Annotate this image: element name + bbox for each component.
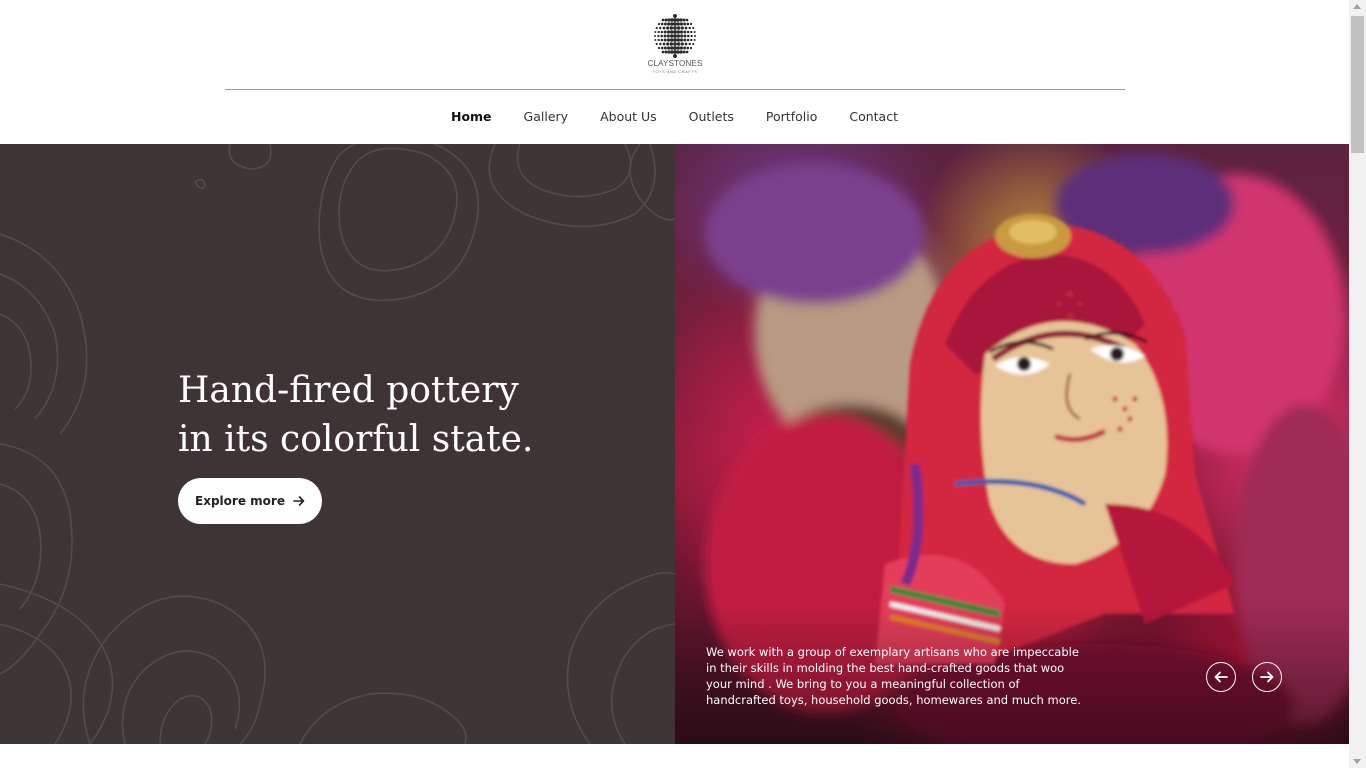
nav-gallery[interactable]: Gallery — [508, 107, 585, 129]
hero-caption-line: handcrafted toys, household goods, homew… — [706, 693, 1081, 707]
arrow-right-icon — [1260, 671, 1274, 683]
main-nav: Home Gallery About Us Outlets Portfolio … — [0, 107, 1349, 129]
header-divider — [225, 89, 1125, 90]
hero-caption-line: in their skills in molding the best hand… — [706, 661, 1065, 675]
brand-tagline: TOYS AND CRAFTS — [652, 69, 698, 74]
slider-next-button[interactable] — [1252, 662, 1282, 692]
hero-caption-line: your mind . We bring to you a meaningful… — [706, 677, 1020, 691]
hero-headline-line-2: in its colorful state. — [178, 419, 534, 460]
scroll-up-arrow-icon[interactable] — [1353, 4, 1361, 9]
hero-text-panel: Hand-fired pottery in its colorful state… — [0, 144, 675, 744]
site-header: CLAYSTONES TOYS AND CRAFTS Home Gallery … — [0, 0, 1349, 144]
nav-portfolio[interactable]: Portfolio — [750, 107, 833, 129]
nav-outlets[interactable]: Outlets — [673, 107, 750, 129]
explore-more-label: Explore more — [195, 494, 285, 508]
arrow-right-icon — [293, 496, 305, 506]
hero-headline-line-1: Hand-fired pottery — [178, 370, 519, 411]
explore-more-button[interactable]: Explore more — [178, 478, 322, 524]
page: CLAYSTONES TOYS AND CRAFTS Home Gallery … — [0, 0, 1349, 768]
hero-caption: We work with a group of exemplary artisa… — [706, 644, 1081, 708]
hero-image-slide: We work with a group of exemplary artisa… — [675, 144, 1349, 744]
nav-contact[interactable]: Contact — [833, 107, 914, 129]
hero-headline: Hand-fired pottery in its colorful state… — [178, 366, 598, 464]
hero-caption-line: We work with a group of exemplary artisa… — [706, 645, 1079, 659]
nav-home[interactable]: Home — [435, 107, 508, 129]
scrollbar-thumb[interactable] — [1351, 16, 1364, 153]
nav-about-us[interactable]: About Us — [584, 107, 673, 129]
hero-section: Hand-fired pottery in its colorful state… — [0, 144, 1349, 744]
brand-name: CLAYSTONES — [647, 59, 703, 68]
page-scrollbar[interactable] — [1349, 0, 1366, 768]
brand-logo[interactable]: CLAYSTONES TOYS AND CRAFTS — [640, 12, 710, 76]
dotted-sphere-logo-icon — [654, 14, 696, 58]
scroll-down-arrow-icon[interactable] — [1353, 759, 1361, 764]
slider-prev-button[interactable] — [1206, 662, 1236, 692]
arrow-left-icon — [1214, 671, 1228, 683]
